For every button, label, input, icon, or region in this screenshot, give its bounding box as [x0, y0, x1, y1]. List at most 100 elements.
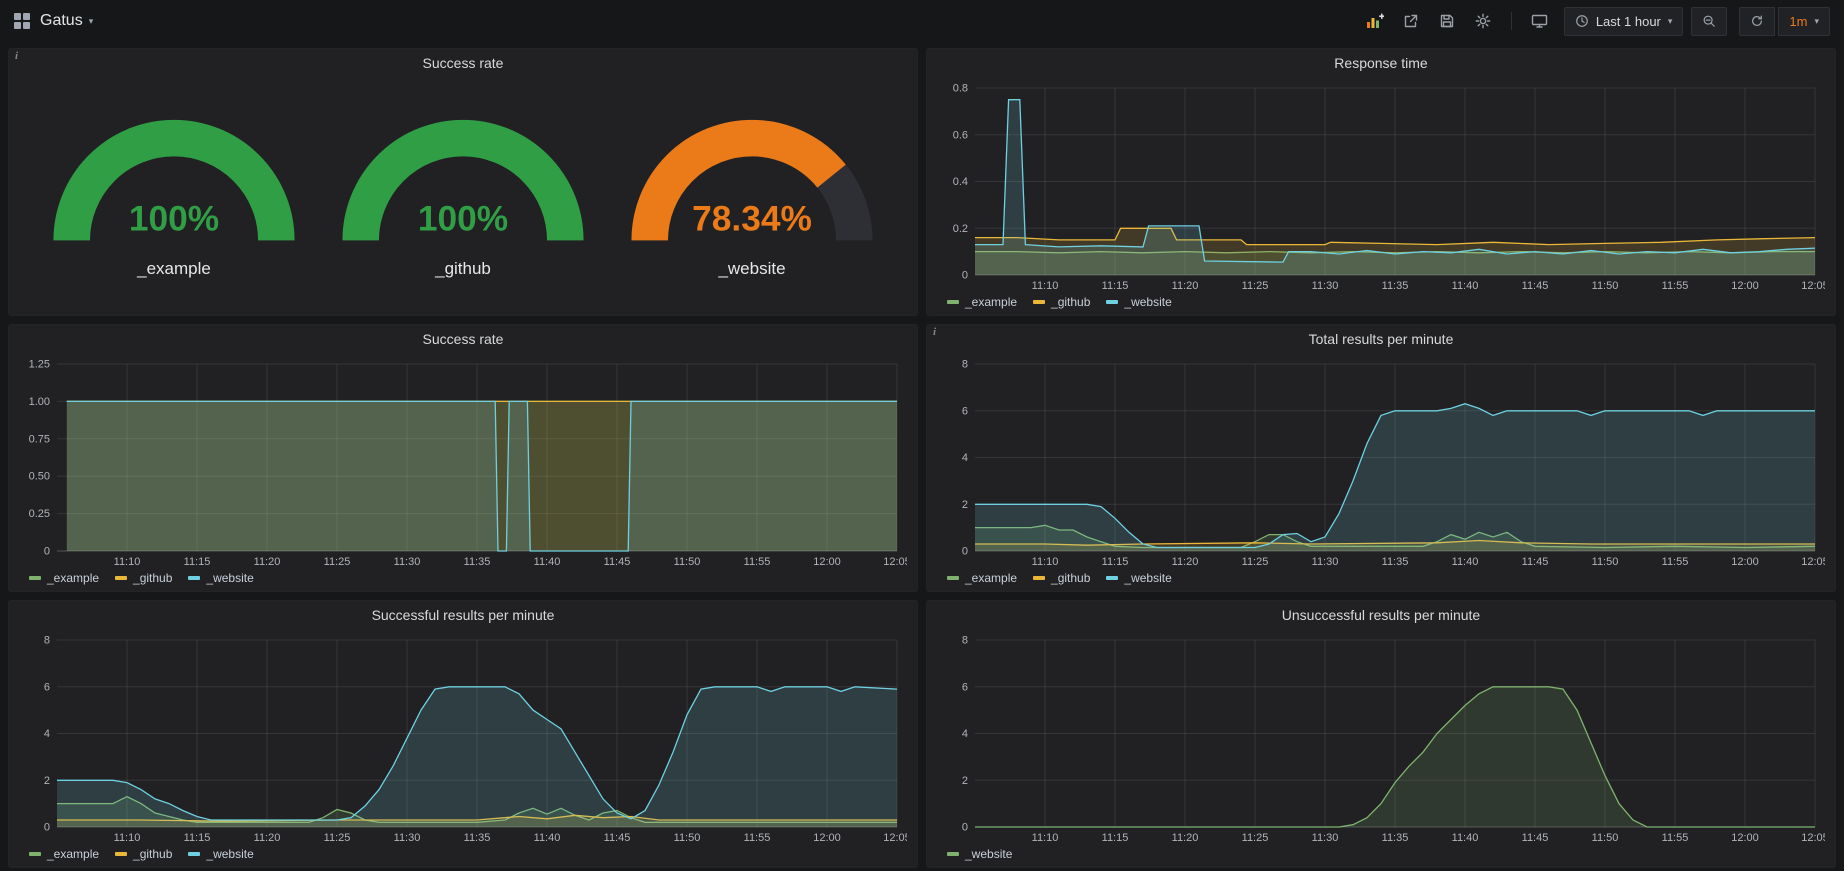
panel-title: Success rate [423, 55, 504, 71]
gauge-arc: 100% [329, 104, 597, 255]
monitor-icon [1531, 13, 1548, 29]
legend-item-_github[interactable]: _github [115, 847, 172, 861]
chart-successful-results[interactable]: 0246811:1011:1511:2011:2511:3011:3511:40… [19, 630, 907, 845]
svg-text:11:50: 11:50 [1592, 832, 1619, 844]
legend-item-_github[interactable]: _github [1033, 295, 1090, 309]
legend-item-_example[interactable]: _example [947, 295, 1017, 309]
svg-text:0.6: 0.6 [953, 129, 968, 141]
svg-text:11:40: 11:40 [1452, 280, 1479, 292]
svg-text:8: 8 [962, 635, 968, 647]
svg-text:11:35: 11:35 [464, 556, 491, 568]
svg-text:11:25: 11:25 [324, 832, 351, 844]
svg-text:11:10: 11:10 [114, 556, 141, 568]
legend-item-_github[interactable]: _github [115, 571, 172, 585]
panel-header[interactable]: Total results per minute [927, 325, 1835, 352]
refresh-button[interactable] [1739, 7, 1775, 36]
chart-success-rate[interactable]: 00.250.500.751.001.2511:1011:1511:2011:2… [19, 354, 907, 569]
legend-item-_website[interactable]: _website [188, 847, 253, 861]
legend-item-_example[interactable]: _example [29, 847, 99, 861]
svg-text:11:50: 11:50 [1592, 556, 1619, 568]
legend-label: _website [206, 571, 253, 585]
gauge-label: _website [718, 259, 785, 279]
legend-label: _example [965, 295, 1017, 309]
refresh-icon [1750, 14, 1764, 28]
legend-item-_website[interactable]: _website [947, 847, 1012, 861]
chart-total-results[interactable]: 0246811:1011:1511:2011:2511:3011:3511:40… [937, 354, 1825, 569]
svg-text:0.75: 0.75 [29, 433, 50, 445]
legend-label: _website [1124, 295, 1171, 309]
share-dashboard-button[interactable] [1395, 7, 1427, 35]
panel-header[interactable]: Successful results per minute [9, 601, 917, 628]
svg-text:11:40: 11:40 [534, 832, 561, 844]
panel-header[interactable]: Unsuccessful results per minute [927, 601, 1835, 628]
chart-svg: 0246811:1011:1511:2011:2511:3011:3511:40… [19, 630, 907, 845]
zoom-out-button[interactable] [1691, 7, 1727, 36]
svg-text:11:20: 11:20 [1172, 832, 1199, 844]
panel-title: Success rate [423, 331, 504, 347]
svg-text:12:05: 12:05 [1801, 832, 1825, 844]
svg-text:11:35: 11:35 [1382, 832, 1409, 844]
svg-text:8: 8 [962, 359, 968, 371]
svg-text:0.4: 0.4 [953, 176, 968, 188]
svg-text:11:50: 11:50 [674, 832, 701, 844]
svg-text:11:30: 11:30 [1312, 280, 1339, 292]
svg-text:11:40: 11:40 [1452, 556, 1479, 568]
panel-header[interactable]: Success rate [9, 49, 917, 76]
svg-text:11:20: 11:20 [1172, 556, 1199, 568]
save-dashboard-button[interactable] [1431, 7, 1463, 35]
dashboard-title-menu[interactable]: Gatus ▾ [40, 12, 93, 30]
navbar: Gatus ▾ [0, 0, 1844, 42]
legend-item-_github[interactable]: _github [1033, 571, 1090, 585]
legend-item-_website[interactable]: _website [1106, 571, 1171, 585]
legend-item-_website[interactable]: _website [188, 571, 253, 585]
legend-item-_example[interactable]: _example [29, 571, 99, 585]
dashboard-grid-icon[interactable] [14, 13, 30, 29]
time-range-picker[interactable]: Last 1 hour ▾ [1564, 7, 1684, 36]
chart-legend: _website [937, 845, 1825, 863]
svg-text:12:00: 12:00 [813, 556, 841, 568]
svg-text:0.2: 0.2 [953, 223, 968, 235]
svg-text:11:20: 11:20 [254, 556, 281, 568]
legend-label: _example [965, 571, 1017, 585]
svg-text:0: 0 [962, 822, 968, 834]
time-range-label: Last 1 hour [1596, 14, 1661, 29]
legend-item-_website[interactable]: _website [1106, 295, 1171, 309]
panel-info-icon[interactable]: i [933, 326, 936, 338]
gauge-arc: 78.34% [618, 104, 886, 255]
cycle-view-button[interactable] [1524, 7, 1556, 35]
chart-response-time[interactable]: 00.20.40.60.811:1011:1511:2011:2511:3011… [937, 78, 1825, 293]
svg-text:1.25: 1.25 [29, 359, 50, 371]
panel-info-icon[interactable]: i [15, 50, 18, 62]
legend-item-_example[interactable]: _example [947, 571, 1017, 585]
refresh-interval-picker[interactable]: 1m ▾ [1778, 7, 1830, 36]
svg-text:11:50: 11:50 [674, 556, 701, 568]
chart-legend: _example _github _website [937, 293, 1825, 311]
chevron-down-icon: ▾ [1668, 16, 1673, 27]
svg-text:12:05: 12:05 [883, 832, 907, 844]
chart-legend: _example _github _website [937, 569, 1825, 587]
panel-header[interactable]: Response time [927, 49, 1835, 76]
dashboard-settings-button[interactable] [1467, 7, 1499, 35]
svg-text:11:30: 11:30 [394, 832, 421, 844]
gear-icon [1475, 13, 1491, 29]
legend-swatch [188, 576, 200, 580]
svg-text:6: 6 [44, 681, 50, 693]
chevron-down-icon: ▾ [1814, 16, 1819, 27]
svg-text:8: 8 [44, 635, 50, 647]
chart-unsuccessful-results[interactable]: 0246811:1011:1511:2011:2511:3011:3511:40… [937, 630, 1825, 845]
svg-text:11:55: 11:55 [1662, 556, 1689, 568]
legend-swatch [188, 852, 200, 856]
legend-swatch [29, 576, 41, 580]
share-icon [1403, 13, 1419, 29]
add-panel-button[interactable] [1359, 7, 1391, 35]
legend-swatch [115, 576, 127, 580]
dashboard-title: Gatus [40, 12, 83, 30]
panel-header[interactable]: Success rate [9, 325, 917, 352]
chart-svg: 0246811:1011:1511:2011:2511:3011:3511:40… [937, 630, 1825, 845]
legend-swatch [29, 852, 41, 856]
gauge-value: 100% [418, 200, 508, 239]
legend-swatch [1106, 300, 1118, 304]
svg-text:11:40: 11:40 [534, 556, 561, 568]
save-icon [1439, 13, 1455, 29]
svg-text:0: 0 [44, 822, 50, 834]
